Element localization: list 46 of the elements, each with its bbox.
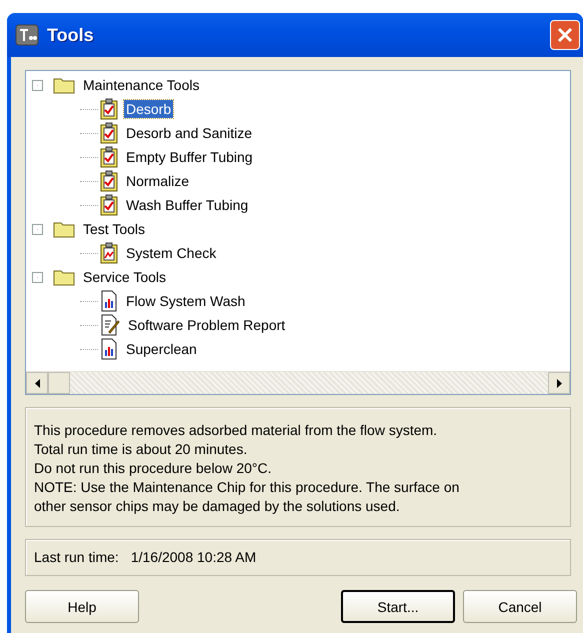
tree-item[interactable]: Test Tools (81, 220, 147, 238)
close-button[interactable] (550, 20, 580, 50)
close-icon (557, 27, 573, 43)
description-text: other sensor chips may be damaged by the solutions used. (34, 497, 401, 516)
tree-item[interactable]: Wash Buffer Tubing (124, 196, 250, 214)
description-text: NOTE: Use the Maintenance Chip for this procedure. The surface on (34, 478, 460, 497)
tree-item[interactable]: Service Tools (81, 268, 168, 286)
collapse-toggle[interactable] (32, 80, 43, 90)
tree-item[interactable]: Empty Buffer Tubing (124, 148, 255, 166)
last-run-label: Last run time: (34, 548, 119, 567)
clipboard-check-icon (100, 170, 118, 192)
app-icon (15, 24, 39, 46)
tree-item[interactable]: System Check (124, 244, 218, 262)
tree-item[interactable]: Maintenance Tools (81, 76, 202, 94)
tree-item[interactable]: Flow System Wash (124, 292, 248, 310)
description-text: Do not run this procedure below 20°C. (34, 459, 273, 478)
folder-icon (53, 76, 75, 94)
description-text: This procedure removes adsorbed material from the flow system. (34, 421, 438, 440)
chart-document-icon (100, 290, 118, 312)
tree-item[interactable]: Desorb and Sanitize (124, 124, 254, 142)
clipboard-check-icon (100, 98, 118, 120)
tree-item[interactable]: Superclean (124, 340, 199, 358)
scroll-right-button[interactable] (548, 372, 570, 394)
clipboard-check-icon (100, 122, 118, 144)
dialog-button[interactable]: Help (25, 590, 139, 623)
collapse-toggle[interactable] (32, 224, 43, 234)
last-run-value: 1/16/2008 10:28 AM (130, 548, 256, 567)
document-pencil-icon (100, 314, 120, 336)
window-title: Tools (47, 24, 95, 46)
dialog-button[interactable]: Cancel (463, 590, 577, 623)
folder-icon (53, 268, 75, 286)
collapse-toggle[interactable] (32, 272, 43, 282)
chart-document-icon (100, 338, 118, 360)
clipboard-check-icon (100, 194, 118, 216)
folder-icon (53, 220, 75, 238)
arrow-right-icon (556, 378, 562, 388)
clipboard-graph-icon (100, 242, 118, 264)
tree-item[interactable]: Software Problem Report (126, 316, 288, 334)
tree-item[interactable]: Desorb (124, 100, 174, 118)
scrollbar-thumb[interactable] (48, 372, 70, 394)
description-text: Total run time is about 20 minutes. (34, 440, 248, 459)
arrow-left-icon (34, 378, 40, 388)
clipboard-check-icon (100, 146, 118, 168)
tree-item[interactable]: Normalize (124, 172, 192, 190)
dialog-button[interactable]: Start... (341, 590, 455, 623)
scroll-left-button[interactable] (26, 372, 48, 394)
